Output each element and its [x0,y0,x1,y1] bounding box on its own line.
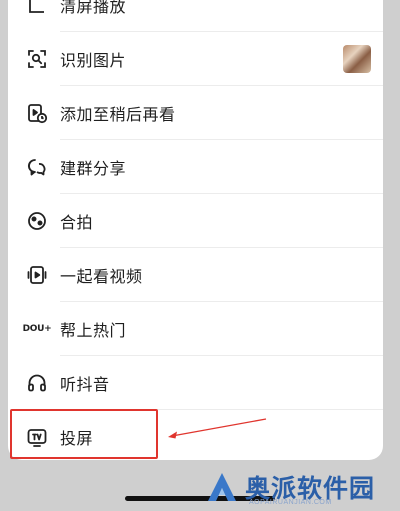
menu-item-group-share[interactable]: 建群分享 [8,140,383,194]
watermark-subtext: AOPAIRUANJIAN.COM [249,499,332,506]
menu-item-dou-plus[interactable]: DOU+ 帮上热门 [8,302,383,356]
menu-item-clean-screen[interactable]: 清屏播放 [8,0,383,32]
duet-icon [26,210,48,232]
more-options-sheet: 清屏播放 识别图片 添加至稍后再看 建群分享 合拍 一起看视频 DOU+ 帮上热… [8,0,383,460]
menu-item-label: 合拍 [60,215,94,232]
watch-later-icon [26,102,48,124]
menu-item-duet[interactable]: 合拍 [8,194,383,248]
group-chat-icon [26,156,48,178]
menu-item-label: 一起看视频 [60,269,143,286]
watermark-logo-icon [208,472,236,501]
highlight-box [10,409,158,459]
clean-screen-icon [26,0,48,16]
menu-item-label: 添加至稍后再看 [60,107,176,124]
menu-item-watch-together[interactable]: 一起看视频 [8,248,383,302]
dou-plus-icon: DOU+ [23,318,52,340]
menu-item-label: 清屏播放 [60,0,127,16]
menu-item-listen[interactable]: 听抖音 [8,356,383,410]
menu-item-label: 帮上热门 [60,323,127,340]
image-thumbnail [343,45,371,73]
scan-image-icon [26,48,48,70]
menu-item-label: 建群分享 [60,161,127,178]
dou-plus-icon-text: DOU+ [22,324,52,334]
menu-item-identify-image[interactable]: 识别图片 [8,32,383,86]
menu-item-label: 听抖音 [60,377,110,394]
watermark: 奥派软件园 AOPAIRUANJIAN.COM [205,462,395,511]
annotation-arrow [168,418,267,439]
headphones-icon [26,372,48,394]
watch-together-icon [26,264,48,286]
menu-item-watch-later[interactable]: 添加至稍后再看 [8,86,383,140]
menu-item-label: 识别图片 [60,53,127,70]
